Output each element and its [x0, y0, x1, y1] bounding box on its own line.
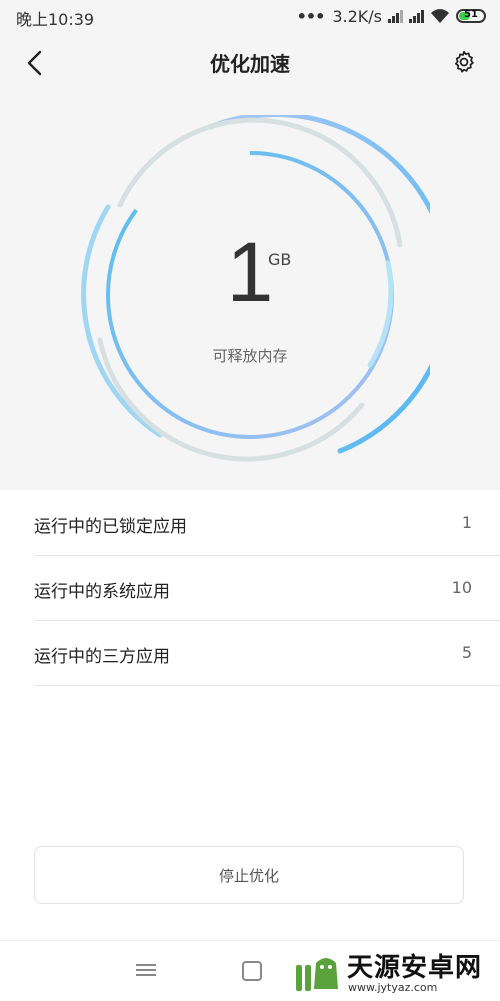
menu-icon[interactable]	[136, 961, 156, 981]
gear-icon	[455, 50, 474, 73]
status-indicators: ••• 3.2K/s 51	[297, 6, 486, 26]
list-item-label: 运行中的已锁定应用	[34, 517, 187, 537]
list-item-count: 10	[451, 578, 472, 597]
watermark-title: 天源安卓网	[347, 953, 483, 983]
status-bar: 晚上10:39 ••• 3.2K/s 51	[0, 0, 500, 32]
signal-icon	[409, 9, 424, 23]
list-item-locked-apps[interactable]: 运行中的已锁定应用 1	[34, 491, 500, 556]
list-item-third-party-apps[interactable]: 运行中的三方应用 5	[34, 621, 500, 686]
list-item-system-apps[interactable]: 运行中的系统应用 10	[34, 556, 500, 621]
page-title: 优化加速	[210, 52, 290, 76]
list-item-label: 运行中的三方应用	[34, 647, 170, 667]
watermark: 天源安卓网 www.jytyaz.com	[292, 945, 492, 997]
list-item-count: 5	[461, 643, 472, 662]
memory-caption: 可释放内存	[212, 347, 288, 365]
status-time: 晚上10:39	[16, 10, 95, 29]
signal-icon	[388, 9, 403, 23]
memory-value: 1	[226, 225, 274, 319]
battery-level: 51	[464, 9, 478, 20]
stop-optimize-button[interactable]: 停止优化	[34, 846, 464, 904]
battery-icon: 51	[456, 9, 486, 23]
watermark-url: www.jytyaz.com	[348, 981, 438, 994]
header: 优化加速	[0, 36, 500, 88]
more-dots-icon: •••	[296, 6, 326, 26]
list-item-count: 1	[461, 513, 472, 532]
android-logo-icon	[296, 958, 338, 991]
app-list: 运行中的已锁定应用 1 运行中的系统应用 10 运行中的三方应用 5	[0, 491, 500, 686]
list-item-label: 运行中的系统应用	[34, 582, 170, 602]
wifi-icon	[431, 9, 449, 23]
settings-button[interactable]	[448, 46, 480, 78]
memory-unit: GB	[268, 250, 292, 269]
memory-readout: 1 GB 可释放内存	[70, 115, 430, 475]
net-speed: 3.2K/s	[332, 6, 382, 26]
square-icon[interactable]	[242, 961, 262, 981]
